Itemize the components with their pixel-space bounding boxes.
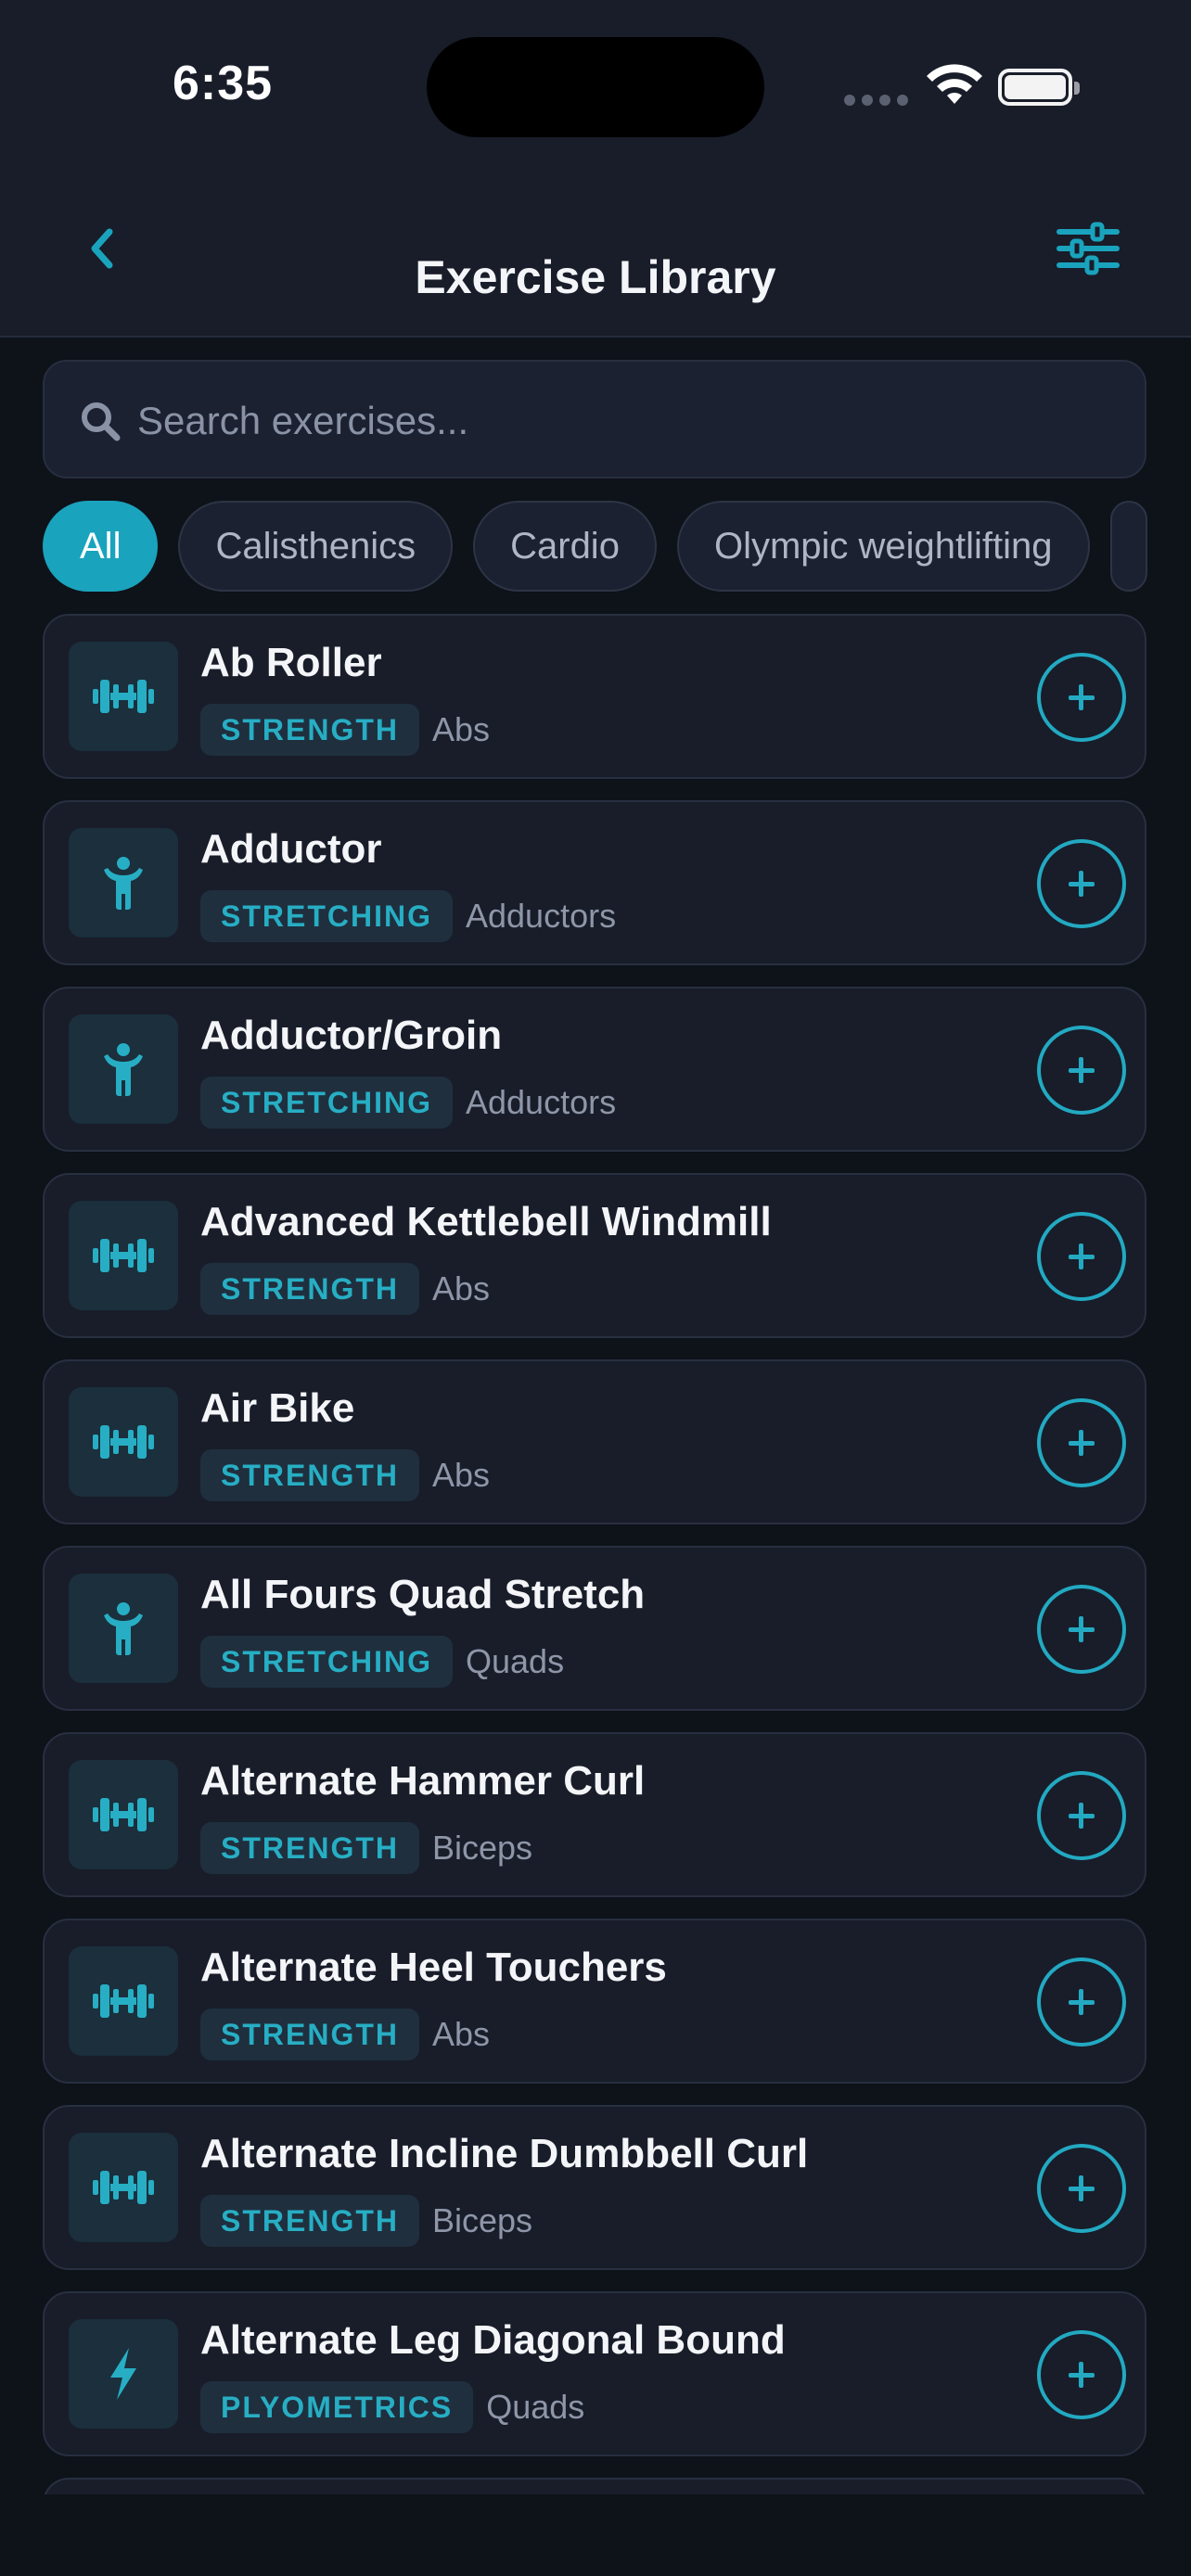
bottom-fade xyxy=(0,2494,1191,2576)
category-badge: STRENGTH xyxy=(200,704,419,756)
exercise-card[interactable]: Adductor/Groin STRETCHING Adductors xyxy=(43,987,1146,1152)
dumbbell-icon xyxy=(69,642,178,751)
chip-calisthenics[interactable]: Calisthenics xyxy=(178,501,454,592)
exercise-tags: STRENGTH Abs xyxy=(200,1262,490,1316)
exercise-list: Ab Roller STRENGTH Abs Adductor STRETCHING Ad… xyxy=(43,614,1146,2515)
exercise-name: Advanced Kettlebell Windmill xyxy=(200,1199,772,1244)
exercise-tags: STRENGTH Biceps xyxy=(200,2194,532,2248)
exercise-card[interactable]: Adductor STRETCHING Adductors xyxy=(43,800,1146,965)
muscle-group: Abs xyxy=(432,2015,491,2053)
category-badge: STRENGTH xyxy=(200,1263,419,1315)
exercise-tags: STRENGTH Abs xyxy=(200,703,490,757)
exercise-card[interactable]: Advanced Kettlebell Windmill STRENGTH Abs xyxy=(43,1173,1146,1338)
person-icon xyxy=(69,1574,178,1683)
exercise-tags: PLYOMETRICS Quads xyxy=(200,2380,584,2434)
exercise-tags: STRENGTH Abs xyxy=(200,2008,490,2061)
add-exercise-button[interactable] xyxy=(1037,2144,1126,2233)
category-filter-chips: All Calisthenics Cardio Olympic weightlifti… xyxy=(43,501,1191,593)
exercise-name: Adductor xyxy=(200,826,382,872)
add-exercise-button[interactable] xyxy=(1037,1958,1126,2047)
dynamic-island xyxy=(427,37,764,137)
exercise-tags: STRETCHING Adductors xyxy=(200,1076,616,1129)
dumbbell-icon xyxy=(69,2133,178,2242)
exercise-name: Ab Roller xyxy=(200,640,382,685)
dumbbell-icon xyxy=(69,1201,178,1310)
exercise-card[interactable]: Alternate Hammer Curl STRENGTH Biceps xyxy=(43,1732,1146,1897)
muscle-group: Abs xyxy=(432,710,491,748)
wifi-icon xyxy=(927,64,982,104)
add-exercise-button[interactable] xyxy=(1037,1212,1126,1301)
exercise-name: Alternate Hammer Curl xyxy=(200,1758,646,1804)
category-badge: STRETCHING xyxy=(200,890,453,942)
page-title: Exercise Library xyxy=(415,251,776,303)
battery-icon xyxy=(998,69,1080,106)
category-badge: PLYOMETRICS xyxy=(200,2381,474,2433)
exercise-tags: STRENGTH Biceps xyxy=(200,1821,532,1875)
exercise-card[interactable]: All Fours Quad Stretch STRETCHING Quads xyxy=(43,1546,1146,1711)
exercise-card[interactable]: Alternate Heel Touchers STRENGTH Abs xyxy=(43,1919,1146,2084)
person-icon xyxy=(69,1014,178,1124)
muscle-group: Quads xyxy=(466,1642,565,1680)
muscle-group: Abs xyxy=(432,1456,491,1494)
exercise-name: Alternate Heel Touchers xyxy=(200,1945,667,1990)
person-icon xyxy=(69,828,178,937)
bolt-icon xyxy=(69,2319,178,2429)
signal-icon xyxy=(844,95,908,106)
chip-olympic-weightlifting[interactable]: Olympic weightlifting xyxy=(676,501,1090,592)
add-exercise-button[interactable] xyxy=(1037,1585,1126,1674)
category-badge: STRENGTH xyxy=(200,2195,419,2247)
exercise-tags: STRENGTH Abs xyxy=(200,1448,490,1502)
category-badge: STRENGTH xyxy=(200,1822,419,1874)
exercise-card[interactable]: Alternate Incline Dumbbell Curl STRENGTH B… xyxy=(43,2105,1146,2270)
exercise-name: Adductor/Groin xyxy=(200,1013,503,1058)
add-exercise-button[interactable] xyxy=(1037,839,1126,928)
exercise-library-screen: 6:35 Exercise Library Search exercises..… xyxy=(0,0,1191,2576)
dumbbell-icon xyxy=(69,1760,178,1869)
chip-more[interactable] xyxy=(1109,501,1147,592)
muscle-group: Adductors xyxy=(466,1083,617,1121)
exercise-card[interactable]: Ab Roller STRENGTH Abs xyxy=(43,614,1146,779)
add-exercise-button[interactable] xyxy=(1037,1026,1126,1115)
header: 6:35 Exercise Library xyxy=(0,0,1191,338)
category-badge: STRETCHING xyxy=(200,1636,453,1688)
exercise-card[interactable]: Air Bike STRENGTH Abs xyxy=(43,1359,1146,1524)
exercise-name: Alternate Incline Dumbbell Curl xyxy=(200,2131,809,2176)
filter-sliders-icon[interactable] xyxy=(1054,219,1122,278)
chip-all[interactable]: All xyxy=(43,501,159,592)
muscle-group: Quads xyxy=(486,2388,585,2426)
chip-cardio[interactable]: Cardio xyxy=(473,501,657,592)
exercise-tags: STRETCHING Adductors xyxy=(200,889,616,943)
dumbbell-icon xyxy=(69,1946,178,2056)
search-input[interactable] xyxy=(137,382,1121,460)
muscle-group: Abs xyxy=(432,1269,491,1307)
dumbbell-icon xyxy=(69,1387,178,1497)
exercise-card[interactable]: Alternate Leg Diagonal Bound PLYOMETRICS Q… xyxy=(43,2291,1146,2456)
search-bar[interactable] xyxy=(43,360,1146,478)
search-icon xyxy=(82,402,121,441)
exercise-name: All Fours Quad Stretch xyxy=(200,1572,646,1617)
add-exercise-button[interactable] xyxy=(1037,1398,1126,1487)
add-exercise-button[interactable] xyxy=(1037,1771,1126,1860)
add-exercise-button[interactable] xyxy=(1037,653,1126,742)
muscle-group: Biceps xyxy=(432,1829,533,1867)
status-time: 6:35 xyxy=(173,57,274,110)
exercise-name: Air Bike xyxy=(200,1385,355,1431)
category-badge: STRENGTH xyxy=(200,1449,419,1501)
muscle-group: Adductors xyxy=(466,897,617,935)
add-exercise-button[interactable] xyxy=(1037,2330,1126,2419)
status-icons xyxy=(840,61,1082,117)
exercise-name: Alternate Leg Diagonal Bound xyxy=(200,2317,786,2363)
category-badge: STRENGTH xyxy=(200,2009,419,2060)
exercise-tags: STRETCHING Quads xyxy=(200,1635,564,1689)
muscle-group: Biceps xyxy=(432,2201,533,2239)
category-badge: STRETCHING xyxy=(200,1077,453,1129)
